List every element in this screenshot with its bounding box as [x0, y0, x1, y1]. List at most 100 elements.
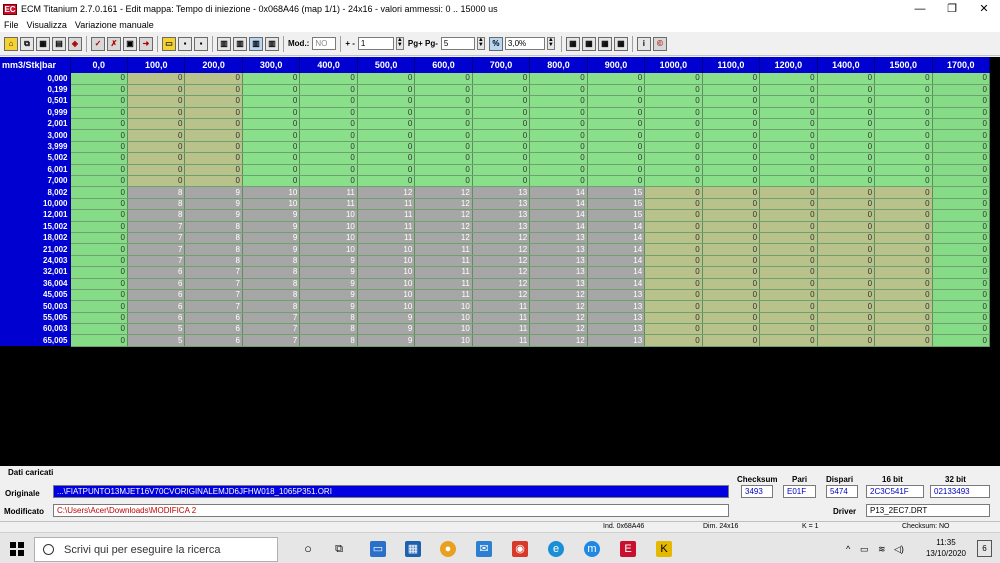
- map-cell[interactable]: 0: [932, 323, 991, 336]
- map-cell[interactable]: 0: [127, 175, 186, 188]
- map-cell[interactable]: 14: [529, 209, 588, 222]
- map-cell[interactable]: 0: [874, 84, 933, 97]
- map-cell[interactable]: 0: [817, 289, 876, 302]
- map-cell[interactable]: 0: [817, 175, 876, 188]
- map-cell[interactable]: 0: [587, 118, 646, 131]
- taskbar-search[interactable]: Scrivi qui per eseguire la ricerca: [34, 537, 278, 562]
- map-cell[interactable]: 0: [759, 300, 818, 313]
- map-cell[interactable]: 0: [70, 289, 128, 302]
- map-cell[interactable]: 0: [702, 209, 761, 222]
- map-cell[interactable]: 0: [874, 198, 933, 211]
- map-cell[interactable]: 0: [127, 129, 186, 142]
- map-cell[interactable]: 0: [874, 334, 933, 347]
- map-cell[interactable]: 12: [414, 221, 473, 233]
- map-row-header[interactable]: 0,501: [0, 95, 71, 108]
- map-cell[interactable]: 0: [242, 84, 301, 97]
- map-cell[interactable]: 0: [644, 152, 703, 165]
- map-cell[interactable]: 0: [587, 95, 646, 108]
- map-cell[interactable]: 0: [702, 323, 761, 336]
- modified-file-field[interactable]: C:\Users\Acer\Downloads\MODIFICA 2: [53, 504, 729, 517]
- map-cell[interactable]: 6: [184, 312, 243, 325]
- map-cell[interactable]: 11: [414, 243, 473, 256]
- map-cell[interactable]: 0: [414, 129, 473, 142]
- map-cell[interactable]: 0: [184, 129, 243, 142]
- map-cell[interactable]: 0: [759, 118, 818, 131]
- map-cell[interactable]: 0: [759, 243, 818, 256]
- map-cell[interactable]: 0: [702, 175, 761, 188]
- map-cell[interactable]: 0: [644, 209, 703, 222]
- map-cell[interactable]: 0: [644, 221, 703, 233]
- map-cell[interactable]: 0: [702, 73, 761, 85]
- map-cell[interactable]: 0: [874, 73, 933, 85]
- map-cell[interactable]: 0: [759, 84, 818, 97]
- map-cell[interactable]: 0: [702, 221, 761, 233]
- map-cell[interactable]: 0: [874, 312, 933, 325]
- map-cell[interactable]: 0: [184, 164, 243, 177]
- notification-icon[interactable]: 6: [977, 540, 992, 557]
- map-cell[interactable]: 7: [127, 232, 186, 245]
- map-cell[interactable]: 0: [874, 221, 933, 233]
- map-column-header[interactable]: 500,0: [357, 57, 416, 73]
- map-cell[interactable]: 0: [70, 95, 128, 108]
- map-cell[interactable]: 0: [184, 84, 243, 97]
- map-cell[interactable]: 10: [357, 266, 416, 279]
- close-button[interactable]: ✕: [968, 0, 1000, 18]
- map-cell[interactable]: 0: [932, 164, 991, 177]
- map-cell[interactable]: 0: [70, 323, 128, 336]
- map-column-header[interactable]: 100,0: [127, 57, 186, 73]
- map-cell[interactable]: 0: [70, 255, 128, 268]
- map-cell[interactable]: 0: [644, 198, 703, 211]
- map-cell[interactable]: 0: [70, 129, 128, 142]
- map-cell[interactable]: 7: [127, 255, 186, 268]
- cortana-icon[interactable]: ○: [300, 541, 316, 557]
- map-cell[interactable]: 10: [414, 300, 473, 313]
- map-cell[interactable]: 0: [932, 312, 991, 325]
- grid-icon[interactable]: ▦: [565, 36, 580, 51]
- map-cell[interactable]: 5: [127, 323, 186, 336]
- map-cell[interactable]: 0: [702, 312, 761, 325]
- arrow-icon[interactable]: ➜: [139, 36, 153, 51]
- map-cell[interactable]: 0: [702, 243, 761, 256]
- map-cell[interactable]: 0: [70, 334, 128, 347]
- map-cell[interactable]: 0: [70, 141, 128, 154]
- map-cell[interactable]: 0: [529, 164, 588, 177]
- map-cell[interactable]: 0: [184, 118, 243, 131]
- map-cell[interactable]: 8: [127, 209, 186, 222]
- percent-input[interactable]: 3,0%: [504, 37, 545, 50]
- map-cell[interactable]: 0: [529, 118, 588, 131]
- map-cell[interactable]: 14: [587, 232, 646, 245]
- map-cell[interactable]: 6: [127, 278, 186, 290]
- map-cell[interactable]: 0: [874, 243, 933, 256]
- map-cell[interactable]: 0: [932, 266, 991, 279]
- windows-start-icon[interactable]: [10, 542, 24, 556]
- map-cell[interactable]: 0: [932, 186, 991, 199]
- map-cell[interactable]: 0: [932, 129, 991, 142]
- map-cell[interactable]: 8: [184, 221, 243, 233]
- map-cell[interactable]: 0: [414, 107, 473, 120]
- map-cell[interactable]: 0: [299, 175, 358, 188]
- map-cell[interactable]: 10: [414, 323, 473, 336]
- map-cell[interactable]: 0: [932, 95, 991, 108]
- map-cell[interactable]: 0: [70, 84, 128, 97]
- map-cell[interactable]: 0: [299, 95, 358, 108]
- map-cell[interactable]: 0: [817, 300, 876, 313]
- map-cell[interactable]: 0: [874, 95, 933, 108]
- map-cell[interactable]: 15: [587, 209, 646, 222]
- map-cell[interactable]: 0: [644, 73, 703, 85]
- map-cell[interactable]: 0: [242, 175, 301, 188]
- map-cell[interactable]: 9: [299, 289, 358, 302]
- map-cell[interactable]: 0: [644, 289, 703, 302]
- map-cell[interactable]: 9: [184, 198, 243, 211]
- mail-icon[interactable]: ✉: [476, 541, 492, 557]
- map-cell[interactable]: 13: [472, 221, 531, 233]
- map-cell[interactable]: 0: [759, 278, 818, 290]
- map-row-header[interactable]: 3,000: [0, 129, 71, 142]
- map-cell[interactable]: 0: [702, 334, 761, 347]
- map-cell[interactable]: 13: [529, 266, 588, 279]
- map-cell[interactable]: 14: [587, 255, 646, 268]
- map-cell[interactable]: 0: [70, 164, 128, 177]
- map-cell[interactable]: 9: [242, 221, 301, 233]
- map-cell[interactable]: 0: [759, 289, 818, 302]
- map-cell[interactable]: 0: [70, 152, 128, 165]
- map-cell[interactable]: 0: [70, 221, 128, 233]
